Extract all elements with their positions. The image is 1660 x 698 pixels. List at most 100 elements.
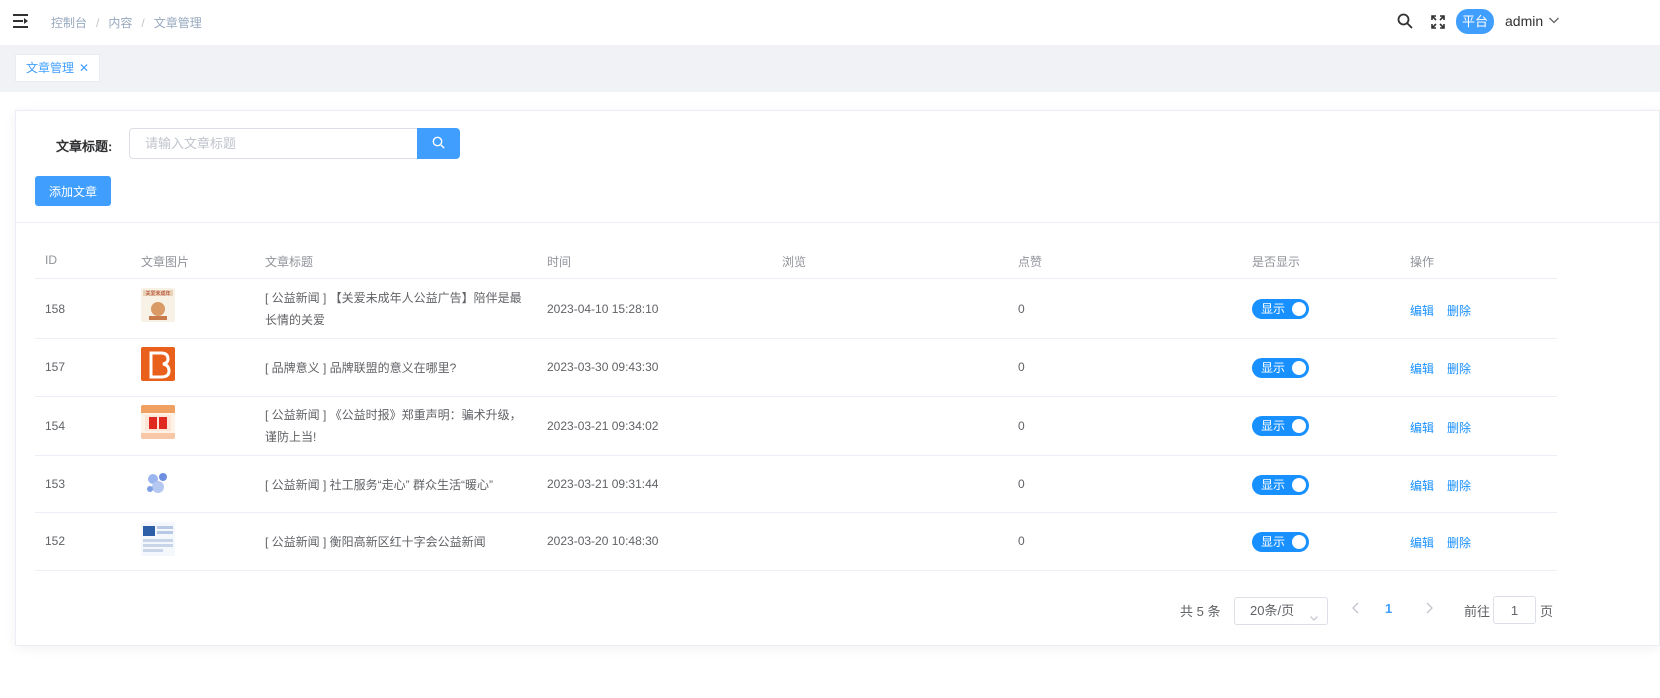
add-article-button[interactable]: 添加文章 bbox=[35, 176, 111, 206]
table-row: 153 [ 公益新闻 ] 社工服务“走心” 群众生活“暖心” 2023-03-2… bbox=[35, 456, 1557, 513]
row-title: [ 公益新闻 ] 衡阳高新区红十字会公益新闻 bbox=[265, 535, 486, 549]
page-number-current[interactable]: 1 bbox=[1385, 601, 1392, 616]
top-navbar: 控制台 / 内容 / 文章管理 平台 admin bbox=[0, 0, 1660, 45]
platform-badge[interactable]: 平台 bbox=[1456, 9, 1494, 34]
page-size-select[interactable]: 20条/页 bbox=[1234, 597, 1328, 625]
article-card: 文章标题: 添加文章 ID 文章图片 文章标题 时间 浏览 点赞 是否显示 操作 bbox=[15, 110, 1660, 646]
goto-page-input[interactable] bbox=[1493, 596, 1536, 624]
column-header-likes: 点赞 bbox=[1018, 255, 1043, 269]
breadcrumb: 控制台 / 内容 / 文章管理 bbox=[51, 14, 202, 31]
table-row: 154 [ 公益新闻 ] 《公益时报》郑重声明：骗术升级，谨防上当! 2023-… bbox=[35, 397, 1557, 456]
delete-link[interactable]: 删除 bbox=[1447, 477, 1471, 494]
breadcrumb-separator: / bbox=[141, 15, 145, 30]
column-header-views: 浏览 bbox=[782, 255, 807, 269]
close-icon[interactable]: ✕ bbox=[79, 55, 89, 81]
user-menu[interactable]: admin bbox=[1505, 13, 1560, 29]
toggle-label: 显示 bbox=[1261, 535, 1286, 549]
search-icon bbox=[432, 136, 445, 152]
column-header-show: 是否显示 bbox=[1252, 255, 1301, 269]
edit-link[interactable]: 编辑 bbox=[1410, 534, 1434, 551]
row-title: [ 公益新闻 ] 《公益时报》郑重声明：骗术升级，谨防上当! bbox=[265, 408, 522, 444]
toggle-knob bbox=[1292, 535, 1306, 549]
show-toggle[interactable]: 显示 bbox=[1252, 416, 1309, 436]
row-title: [ 公益新闻 ] 社工服务“走心” 群众生活“暖心” bbox=[265, 478, 493, 492]
row-time: 2023-03-20 10:48:30 bbox=[547, 534, 659, 548]
breadcrumb-item-article-management: 文章管理 bbox=[153, 16, 202, 30]
goto-label: 前往 bbox=[1464, 604, 1491, 619]
toggle-label: 显示 bbox=[1261, 361, 1286, 375]
search-icon[interactable] bbox=[1396, 12, 1414, 30]
toggle-knob bbox=[1292, 478, 1306, 492]
table-header: ID 文章图片 文章标题 时间 浏览 点赞 是否显示 操作 bbox=[35, 243, 1557, 279]
title-filter-label: 文章标题: bbox=[56, 139, 113, 154]
edit-link[interactable]: 编辑 bbox=[1410, 477, 1434, 494]
article-thumbnail[interactable] bbox=[141, 522, 175, 556]
row-likes: 0 bbox=[1018, 360, 1025, 374]
column-header-actions: 操作 bbox=[1410, 255, 1435, 269]
toggle-knob bbox=[1292, 302, 1306, 316]
article-thumbnail[interactable] bbox=[141, 347, 175, 381]
row-likes: 0 bbox=[1018, 419, 1025, 433]
row-id: 158 bbox=[45, 302, 66, 316]
toggle-label: 显示 bbox=[1261, 419, 1286, 433]
toggle-knob bbox=[1292, 419, 1306, 433]
row-id: 152 bbox=[45, 534, 66, 548]
divider bbox=[16, 222, 1660, 223]
breadcrumb-item-dashboard[interactable]: 控制台 bbox=[51, 14, 87, 31]
delete-link[interactable]: 删除 bbox=[1447, 360, 1471, 377]
svg-text:关爱未成年: 关爱未成年 bbox=[145, 290, 170, 297]
toggle-knob bbox=[1292, 361, 1306, 375]
show-toggle[interactable]: 显示 bbox=[1252, 358, 1309, 378]
article-thumbnail[interactable]: 关爱未成年 bbox=[141, 288, 175, 322]
table-row: 157 [ 品牌意义 ] 品牌联盟的意义在哪里? 2023-03-30 09:4… bbox=[35, 339, 1557, 397]
column-header-title: 文章标题 bbox=[265, 255, 314, 269]
article-table: ID 文章图片 文章标题 时间 浏览 点赞 是否显示 操作 158 关爱未成年 bbox=[35, 243, 1557, 571]
table-row: 158 关爱未成年 [ 公益新闻 ] 【关爱未成年人公益广告】陪伴是最长情的关爱… bbox=[35, 279, 1557, 339]
row-time: 2023-03-30 09:43:30 bbox=[547, 360, 659, 374]
edit-link[interactable]: 编辑 bbox=[1410, 302, 1434, 319]
article-thumbnail[interactable] bbox=[141, 405, 175, 439]
toggle-label: 显示 bbox=[1261, 478, 1286, 492]
pagination-total: 共 5 条 bbox=[1180, 604, 1221, 619]
hamburger-menu-icon[interactable] bbox=[12, 12, 30, 30]
edit-link[interactable]: 编辑 bbox=[1410, 360, 1434, 377]
column-header-image: 文章图片 bbox=[141, 255, 190, 269]
row-likes: 0 bbox=[1018, 477, 1025, 491]
page-suffix-label: 页 bbox=[1540, 604, 1554, 619]
table-row: 152 [ 公益新闻 ] 衡阳高新区红十字会公益新闻 2023-03-20 10… bbox=[35, 513, 1557, 571]
show-toggle[interactable]: 显示 bbox=[1252, 299, 1309, 319]
tag-label: 文章管理 bbox=[26, 61, 75, 75]
row-time: 2023-03-21 09:34:02 bbox=[547, 419, 659, 433]
chevron-down-icon bbox=[1309, 606, 1319, 632]
title-search-input[interactable] bbox=[129, 128, 417, 159]
column-header-id: ID bbox=[45, 253, 57, 267]
main-content: 文章标题: 添加文章 ID 文章图片 文章标题 时间 浏览 点赞 是否显示 操作 bbox=[0, 92, 1660, 698]
row-id: 153 bbox=[45, 477, 66, 491]
edit-link[interactable]: 编辑 bbox=[1410, 419, 1434, 436]
delete-link[interactable]: 删除 bbox=[1447, 302, 1471, 319]
next-page-chevron-right-icon[interactable] bbox=[1423, 601, 1435, 618]
breadcrumb-separator: / bbox=[96, 15, 100, 30]
row-title: [ 公益新闻 ] 【关爱未成年人公益广告】陪伴是最长情的关爱 bbox=[265, 291, 522, 327]
toggle-label: 显示 bbox=[1261, 302, 1286, 316]
chevron-down-icon bbox=[1548, 13, 1560, 29]
pagination: 共 5 条 20条/页 1 前往 页 bbox=[16, 594, 1660, 625]
column-header-time: 时间 bbox=[547, 255, 572, 269]
show-toggle[interactable]: 显示 bbox=[1252, 475, 1309, 495]
fullscreen-icon[interactable] bbox=[1429, 13, 1447, 31]
row-id: 154 bbox=[45, 419, 66, 433]
show-toggle[interactable]: 显示 bbox=[1252, 532, 1309, 552]
tags-view-bar: 文章管理 ✕ bbox=[0, 45, 1660, 92]
row-likes: 0 bbox=[1018, 302, 1025, 316]
tag-article-management[interactable]: 文章管理 ✕ bbox=[15, 54, 101, 82]
prev-page-chevron-left-icon[interactable] bbox=[1350, 601, 1362, 618]
delete-link[interactable]: 删除 bbox=[1447, 534, 1471, 551]
article-thumbnail[interactable] bbox=[141, 465, 175, 499]
breadcrumb-item-content[interactable]: 内容 bbox=[108, 14, 132, 31]
row-time: 2023-04-10 15:28:10 bbox=[547, 302, 659, 316]
row-id: 157 bbox=[45, 360, 66, 374]
search-button[interactable] bbox=[417, 128, 460, 159]
row-time: 2023-03-21 09:31:44 bbox=[547, 477, 659, 491]
delete-link[interactable]: 删除 bbox=[1447, 419, 1471, 436]
user-name-label: admin bbox=[1505, 13, 1544, 29]
